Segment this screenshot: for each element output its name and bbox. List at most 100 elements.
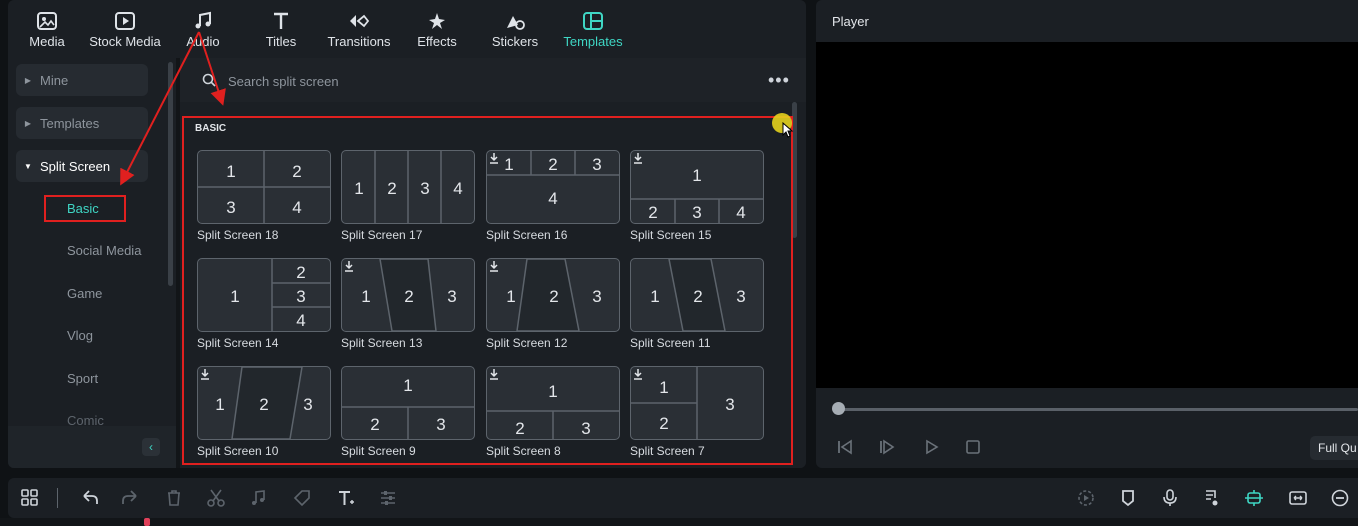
template-card[interactable]: 1 2 3 4 Split Screen 18 [197, 150, 331, 242]
template-label: Split Screen 8 [486, 444, 561, 458]
tab-effects-label: Effects [417, 34, 457, 49]
category-templates-label: Templates [40, 115, 100, 131]
svg-text:2: 2 [404, 287, 413, 306]
cut-icon[interactable] [206, 488, 226, 508]
template-card[interactable]: 1 2 3 Split Screen 7 [630, 366, 764, 458]
tag-icon[interactable] [292, 488, 312, 508]
zoom-out-icon[interactable] [1330, 488, 1350, 508]
category-mine[interactable]: ▶ Mine [16, 64, 148, 96]
template-card[interactable]: 1 2 3 Split Screen 9 [341, 366, 475, 458]
previous-frame-icon[interactable] [836, 438, 854, 456]
subcategory-vlog[interactable]: Vlog [67, 328, 93, 343]
delete-icon[interactable] [164, 488, 184, 508]
svg-text:1: 1 [361, 287, 370, 306]
svg-text:3: 3 [592, 155, 601, 174]
download-icon[interactable] [631, 367, 645, 381]
tab-transitions[interactable]: Transitions [320, 0, 398, 58]
download-icon[interactable] [487, 151, 501, 165]
adjust-icon[interactable] [378, 488, 398, 508]
play-icon[interactable] [922, 438, 940, 456]
titles-icon [269, 10, 293, 32]
svg-text:4: 4 [296, 311, 305, 330]
voiceover-icon[interactable] [1202, 488, 1222, 508]
template-card[interactable]: 1 2 3 4 Split Screen 16 [486, 150, 620, 242]
category-templates[interactable]: ▶ Templates [16, 107, 148, 139]
tab-media[interactable]: Media [8, 0, 86, 58]
download-icon[interactable] [487, 367, 501, 381]
template-card[interactable]: 1 2 3 4 Split Screen 15 [630, 150, 764, 242]
tab-templates-label: Templates [563, 34, 623, 49]
svg-text:2: 2 [370, 415, 379, 434]
chevron-left-icon: ‹ [149, 440, 153, 454]
svg-text:1: 1 [504, 155, 513, 174]
timeline-playhead[interactable] [144, 518, 150, 526]
tab-stickers[interactable]: Stickers [476, 0, 554, 58]
svg-text:4: 4 [736, 203, 745, 222]
template-card[interactable]: 1 2 3 4 Split Screen 17 [341, 150, 475, 242]
template-thumbnail: 1 2 3 4 [486, 150, 620, 224]
marker-icon[interactable] [1118, 488, 1138, 508]
collapsed-arrow-icon: ▶ [24, 75, 32, 85]
playback-slider-handle[interactable] [832, 402, 845, 415]
tab-effects[interactable]: Effects [398, 0, 476, 58]
more-options-icon[interactable]: ••• [768, 70, 790, 91]
svg-text:2: 2 [292, 162, 301, 181]
tab-audio[interactable]: Audio [164, 0, 242, 58]
svg-text:2: 2 [693, 287, 702, 306]
svg-text:2: 2 [648, 203, 657, 222]
player-title: Player [832, 14, 869, 29]
svg-text:1: 1 [215, 395, 224, 414]
tab-templates[interactable]: Templates [554, 0, 632, 58]
svg-text:2: 2 [548, 155, 557, 174]
render-preview-icon[interactable] [1076, 488, 1096, 508]
media-toolbar: Media Stock Media Audio Titles Transitio… [8, 0, 806, 58]
media-icon [35, 10, 59, 32]
search-icon [202, 73, 216, 87]
fit-timeline-icon[interactable] [1288, 488, 1308, 508]
template-thumbnail: 1 2 3 [630, 258, 764, 332]
template-thumbnail: 1 2 3 4 [341, 150, 475, 224]
layout-grid-icon[interactable] [20, 488, 40, 508]
svg-text:2: 2 [259, 395, 268, 414]
template-card[interactable]: 1 2 3 Split Screen 11 [630, 258, 764, 350]
text-icon[interactable] [336, 488, 356, 508]
next-frame-icon[interactable] [878, 438, 896, 456]
template-thumbnail: 1 2 3 [341, 258, 475, 332]
microphone-icon[interactable] [1160, 488, 1180, 508]
tab-transitions-label: Transitions [327, 34, 391, 49]
ai-tool-icon[interactable] [1244, 488, 1264, 508]
transitions-icon [347, 10, 371, 32]
stop-icon[interactable] [964, 438, 982, 456]
template-card[interactable]: 1 2 3 4 Split Screen 14 [197, 258, 331, 350]
audio-icon [191, 10, 215, 32]
template-card[interactable]: 1 2 3 Split Screen 8 [486, 366, 620, 458]
template-card[interactable]: 1 2 3 Split Screen 12 [486, 258, 620, 350]
tab-stock-media[interactable]: Stock Media [86, 0, 164, 58]
sidebar-scrollbar[interactable] [168, 62, 173, 286]
redo-icon[interactable] [120, 488, 140, 508]
template-card[interactable]: 1 2 3 Split Screen 10 [197, 366, 331, 458]
svg-text:3: 3 [303, 395, 312, 414]
stock-media-icon [113, 10, 137, 32]
subcategory-basic[interactable]: Basic [67, 201, 99, 216]
download-icon[interactable] [198, 367, 212, 381]
svg-text:1: 1 [230, 287, 239, 306]
template-label: Split Screen 9 [341, 444, 416, 458]
subcategory-game[interactable]: Game [67, 286, 102, 301]
subcategory-sport[interactable]: Sport [67, 371, 98, 386]
quality-dropdown[interactable]: Full Qu [1310, 436, 1358, 460]
search-input[interactable] [226, 70, 630, 92]
template-label: Split Screen 16 [486, 228, 568, 242]
tab-titles[interactable]: Titles [242, 0, 320, 58]
collapse-sidebar-button[interactable]: ‹ [142, 438, 160, 456]
download-icon[interactable] [631, 151, 645, 165]
template-card[interactable]: 1 2 3 Split Screen 13 [341, 258, 475, 350]
subcategory-social-media[interactable]: Social Media [67, 243, 141, 258]
download-icon[interactable] [342, 259, 356, 273]
svg-text:3: 3 [447, 287, 456, 306]
category-split-screen[interactable]: ▼ Split Screen [16, 150, 148, 182]
download-icon[interactable] [487, 259, 501, 273]
playback-slider[interactable] [838, 408, 1358, 411]
audio-edit-icon[interactable] [248, 488, 268, 508]
undo-icon[interactable] [80, 488, 100, 508]
